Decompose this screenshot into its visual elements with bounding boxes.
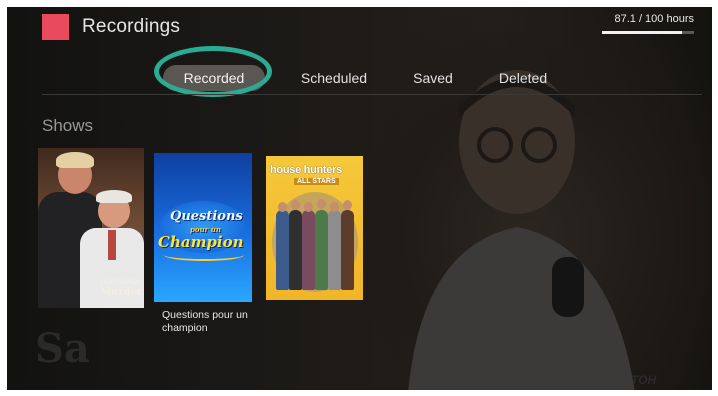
poster-swoosh [164,249,244,261]
background-logo: Sa [35,325,90,372]
section-title-shows: Shows [42,116,94,135]
show-caption: Questions pour un champion [162,309,248,334]
storage-bar-fill [602,31,683,34]
show-card-questions-pour-un-champion[interactable]: Questions pour un Champion [154,153,252,302]
poster-logo-line: house hunters [270,164,342,176]
background-brand: TOH [631,373,657,387]
poster-figure [276,210,289,290]
poster-figure [304,202,313,212]
poster-logo: DIAGNOSIS Murder [100,279,143,298]
poster-figure [343,200,352,210]
poster-figure [330,202,339,212]
poster-figure [108,230,116,260]
tab-scheduled[interactable]: Scheduled [289,65,379,91]
brand-logo-square [42,14,69,40]
recordings-screen: Sa TOH Recordings 87.1 / 100 hours Recor… [7,7,712,390]
show-card-diagnosis-murder[interactable]: DIAGNOSIS Murder [38,148,144,308]
poster-logo-line: Questions [170,209,243,224]
poster-figure [56,152,94,168]
poster-figure [341,210,354,290]
tab-recorded[interactable]: Recorded [163,65,265,91]
poster-figure [291,200,300,210]
tab-bar: Recorded Scheduled Saved Deleted [7,65,712,95]
background-video-figure [408,70,635,390]
poster-figure [317,199,326,209]
tab-saved[interactable]: Saved [403,65,463,91]
show-card-house-hunters-all-stars[interactable]: house hunters ALL STARS [266,156,363,300]
storage-bar [602,31,694,34]
poster-figure [96,190,132,203]
tab-divider [42,94,702,95]
poster-figure [315,210,328,290]
poster-figure [302,210,315,290]
poster-figure [289,210,302,290]
poster-figure [278,202,287,212]
header: Recordings [42,14,180,40]
storage-text: 87.1 / 100 hours [614,13,694,25]
tab-deleted[interactable]: Deleted [487,65,559,91]
poster-logo-line: ALL STARS [294,178,339,185]
storage-indicator: 87.1 / 100 hours [602,13,694,34]
poster-figure [328,210,341,290]
page-title: Recordings [82,16,181,37]
